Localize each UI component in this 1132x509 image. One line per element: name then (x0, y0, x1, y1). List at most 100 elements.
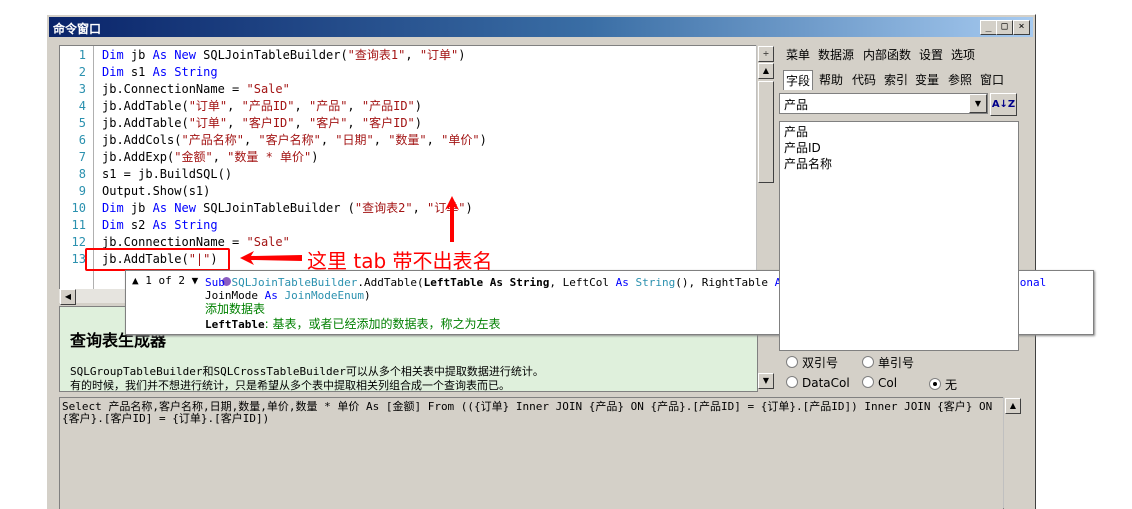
code-token: , (227, 99, 242, 113)
code-line[interactable]: Dim s1 As String (102, 64, 218, 81)
line-number: 8 (78, 167, 86, 181)
code-line[interactable]: jb.ConnectionName = "Sale" (102, 81, 290, 98)
tab-item[interactable]: 窗口 (978, 70, 1006, 89)
chevron-down-icon[interactable]: ▼ (969, 94, 987, 113)
menu-item[interactable]: 内部函数 (863, 46, 911, 63)
code-token: "客户名称" (258, 133, 321, 147)
code-token: , (243, 133, 259, 147)
code-token: , (373, 133, 389, 147)
code-line[interactable]: Output.Show(s1) (102, 183, 210, 200)
code-line[interactable]: jb.AddTable("订单", "客户ID", "客户", "客户ID") (102, 115, 422, 132)
signature-token: ) (363, 289, 371, 302)
overload-navigator[interactable]: ▲ 1 of 2 ▼ (132, 274, 198, 287)
code-token: Dim (102, 65, 131, 79)
line-number: 9 (78, 184, 86, 198)
code-token: jb.ConnectionName = (102, 235, 247, 249)
field-list[interactable]: 产品 产品ID 产品名称 (779, 121, 1019, 351)
radio-icon (862, 356, 874, 368)
code-token: ) (414, 116, 423, 130)
code-token: ) (479, 133, 487, 147)
tab-item[interactable]: 帮助 (817, 70, 845, 89)
scroll-thumb[interactable] (758, 81, 774, 183)
field-list-item[interactable]: 产品ID (784, 140, 821, 156)
signature-token: , LeftCol (549, 276, 616, 289)
code-token: "客户ID" (361, 116, 415, 130)
signature-token: JoinMode (205, 289, 265, 302)
code-token: , (405, 48, 420, 62)
title-bar[interactable]: 命令窗口 _ □ × (49, 17, 1033, 37)
code-line[interactable]: jb.AddExp("金额", "数量 * 单价") (102, 149, 319, 166)
code-token: , (294, 99, 309, 113)
scroll-up-icon[interactable]: ▲ (1005, 398, 1021, 414)
code-token: , (426, 133, 442, 147)
scroll-left-icon[interactable]: ◀ (60, 289, 76, 305)
scroll-down-icon[interactable]: ▼ (758, 373, 774, 389)
code-token: jb (130, 48, 153, 62)
field-list-item[interactable]: 产品 (784, 124, 808, 140)
parameter-info: LeftTable: 基表，或者已经添加的数据表，称之为左表 (205, 317, 500, 332)
close-button[interactable]: × (1013, 20, 1030, 35)
radio-single-quote[interactable]: 单引号 (862, 354, 914, 371)
radio-label: 单引号 (878, 356, 915, 370)
code-token: jb.AddTable( (102, 116, 189, 130)
code-token: "查询表1" (347, 48, 406, 62)
split-handle-icon[interactable]: ÷ (758, 46, 774, 62)
menu-item[interactable]: 设置 (919, 46, 943, 63)
signature-token: As (264, 289, 285, 302)
code-token: Dim (102, 48, 131, 62)
editor-vertical-scrollbar[interactable]: ÷ ▲ ▼ (756, 45, 774, 390)
menu-item[interactable]: 选项 (951, 46, 975, 63)
code-token: jb.AddExp( (102, 150, 175, 164)
code-token: Dim (102, 218, 131, 232)
code-token: jb.AddTable( (102, 99, 189, 113)
code-line[interactable]: Dim jb As New SQLJoinTableBuilder ("查询表2… (102, 200, 473, 217)
maximize-button[interactable]: □ (996, 20, 1013, 35)
scroll-up-icon[interactable]: ▲ (758, 63, 774, 79)
output-pane[interactable]: Select 产品名称,客户名称,日期,数量,单价,数量 * 单价 As [金额… (59, 397, 1004, 509)
code-line[interactable]: Dim s2 As String (102, 217, 218, 234)
code-line[interactable]: jb.AddCols("产品名称", "客户名称", "日期", "数量", "… (102, 132, 487, 149)
tab-item[interactable]: 索引 (882, 70, 910, 89)
line-number: 12 (71, 235, 86, 249)
line-number: 7 (78, 150, 86, 164)
line-number: 11 (71, 218, 86, 232)
annotation-up-arrow-icon (445, 196, 459, 242)
code-line[interactable]: Dim jb As New SQLJoinTableBuilder("查询表1"… (102, 47, 466, 64)
output-text: Select 产品名称,客户名称,日期,数量,单价,数量 * 单价 As [金额… (62, 400, 993, 425)
code-token: "客户" (308, 116, 348, 130)
code-token: jb (130, 201, 153, 215)
menu-item[interactable]: 菜单 (786, 46, 810, 63)
field-list-item[interactable]: 产品名称 (784, 156, 832, 172)
tab-item[interactable]: 字段 (783, 70, 814, 90)
code-token: "产品ID" (241, 99, 295, 113)
sort-az-button[interactable]: A↓Z (990, 93, 1017, 116)
parameter-description: : 基表，或者已经添加的数据表，称之为左表 (264, 317, 501, 331)
code-line[interactable]: jb.AddTable("订单", "产品ID", "产品", "产品ID") (102, 98, 422, 115)
code-token: ) (414, 99, 423, 113)
code-token: ) (311, 150, 319, 164)
code-token: s2 (130, 218, 153, 232)
radio-datacol[interactable]: DataCol (786, 376, 850, 390)
code-token: s1 = jb.BuildSQL() (102, 167, 233, 181)
code-token: SQLJoinTableBuilder( (203, 48, 348, 62)
help-paragraph-2: 有的时候，我们并不想进行统计，只是希望从多个表中提取相关列组合成一个查询表而已。 (70, 379, 510, 392)
table-select[interactable]: 产品 ▼ (779, 93, 988, 114)
code-token: , (212, 150, 228, 164)
output-vertical-scrollbar[interactable]: ▲ (1003, 397, 1021, 508)
code-token: "产品名称" (181, 133, 244, 147)
code-token: jb.ConnectionName = (102, 82, 247, 96)
minimize-button[interactable]: _ (980, 20, 997, 35)
code-line[interactable]: s1 = jb.BuildSQL() (102, 166, 232, 183)
signature-token: JoinModeEnum (284, 289, 364, 302)
annotation-highlight-box (85, 248, 230, 271)
tab-item[interactable]: 代码 (850, 70, 878, 89)
radio-none[interactable]: 无 (929, 376, 957, 393)
tab-item[interactable]: 参照 (946, 70, 974, 89)
radio-col[interactable]: Col (862, 376, 897, 390)
signature-token: Sub (205, 276, 232, 289)
code-token: , (294, 116, 309, 130)
radio-double-quote[interactable]: 双引号 (786, 354, 838, 371)
radio-selected-icon (929, 378, 941, 390)
menu-item[interactable]: 数据源 (818, 46, 854, 63)
tab-item[interactable]: 变量 (913, 70, 941, 89)
